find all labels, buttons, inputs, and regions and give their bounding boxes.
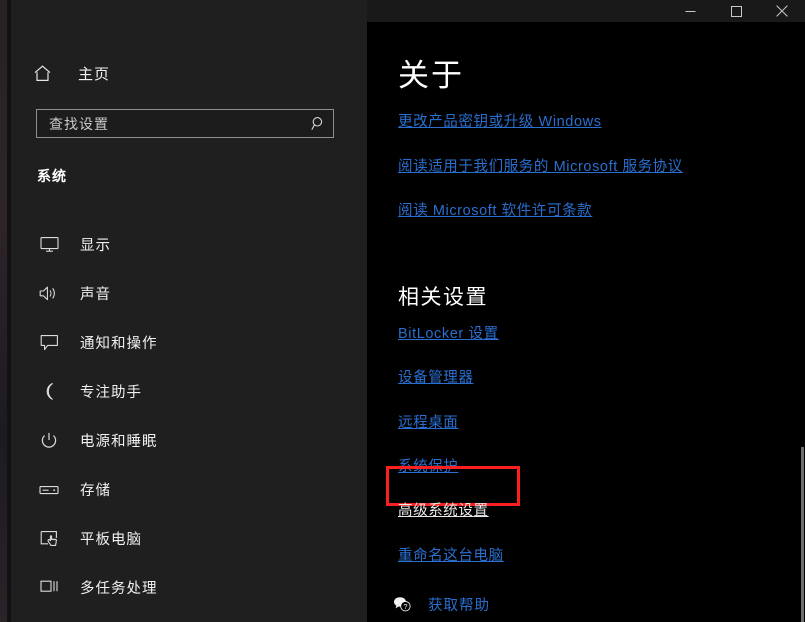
multitask-icon [36, 577, 62, 599]
search-icon[interactable] [303, 116, 333, 131]
sidebar-item-multitasking-label: 多任务处理 [80, 581, 158, 597]
sidebar-item-notifications-label: 通知和操作 [80, 336, 158, 352]
link-bitlocker-settings[interactable]: BitLocker 设置 [398, 322, 499, 343]
close-button[interactable] [759, 0, 805, 22]
maximize-button[interactable] [713, 0, 759, 22]
sidebar-item-home[interactable]: 主页 [25, 58, 355, 88]
moon-icon [36, 381, 62, 403]
sidebar-item-home-label: 主页 [78, 65, 111, 83]
storage-icon [36, 479, 62, 501]
link-microsoft-software-license[interactable]: 阅读 Microsoft 软件许可条款 [398, 199, 592, 220]
sidebar-content: 主页 查找设置 系统 显示 声音 通知和操作 专注助手 电源和睡眠 存储 平板电… [11, 22, 367, 622]
sidebar: 主页 查找设置 系统 显示 声音 通知和操作 专注助手 电源和睡眠 存储 平板电… [11, 0, 367, 622]
sidebar-section-title: 系统 [37, 168, 67, 184]
main-content: 关于 更改产品密钥或升级 Windows 阅读适用于我们服务的 Microsof… [367, 22, 805, 622]
tablet-icon [36, 528, 62, 550]
content-scrollbar[interactable] [799, 44, 805, 622]
link-microsoft-services-agreement[interactable]: 阅读适用于我们服务的 Microsoft 服务协议 [398, 155, 683, 176]
scrollbar-thumb[interactable] [801, 447, 804, 622]
sidebar-item-tablet-label: 平板电脑 [80, 532, 142, 548]
sidebar-item-storage[interactable]: 存储 [11, 465, 367, 514]
link-remote-desktop[interactable]: 远程桌面 [398, 411, 458, 432]
search-input-value[interactable]: 查找设置 [37, 114, 303, 134]
window-controls [667, 0, 805, 22]
desktop-background-strip [0, 0, 7, 622]
help-bubble-icon: ? [391, 595, 413, 615]
link-device-manager[interactable]: 设备管理器 [398, 366, 474, 387]
power-icon [36, 430, 62, 452]
link-change-product-key[interactable]: 更改产品密钥或升级 Windows [398, 110, 602, 131]
link-rename-this-pc[interactable]: 重命名这台电脑 [398, 544, 504, 565]
monitor-icon [36, 234, 62, 256]
sidebar-item-storage-label: 存储 [80, 483, 111, 499]
sidebar-item-focus-assist-label: 专注助手 [80, 385, 142, 401]
search-input[interactable]: 查找设置 [36, 109, 334, 138]
sidebar-item-display[interactable]: 显示 [11, 220, 367, 269]
sidebar-item-focus-assist[interactable]: 专注助手 [11, 367, 367, 416]
sidebar-item-tablet[interactable]: 平板电脑 [11, 514, 367, 563]
minimize-button[interactable] [667, 0, 713, 22]
speaker-icon [36, 283, 62, 305]
sidebar-item-notifications[interactable]: 通知和操作 [11, 318, 367, 367]
sidebar-item-power-sleep[interactable]: 电源和睡眠 [11, 416, 367, 465]
home-icon [33, 64, 65, 83]
notification-icon [36, 332, 62, 354]
link-advanced-system-settings[interactable]: 高级系统设置 [398, 499, 489, 520]
settings-window-root: 设置 [0, 0, 805, 622]
get-help-label: 获取帮助 [428, 598, 490, 614]
sidebar-item-sound[interactable]: 声音 [11, 269, 367, 318]
sidebar-nav-list: 显示 声音 通知和操作 专注助手 电源和睡眠 存储 平板电脑 多任务处理 [11, 220, 367, 612]
svg-text:?: ? [403, 602, 407, 611]
get-help-row[interactable]: ? 获取帮助 [391, 594, 490, 615]
sidebar-item-multitasking[interactable]: 多任务处理 [11, 563, 367, 612]
sidebar-item-sound-label: 声音 [80, 287, 111, 303]
settings-window: 设置 [11, 0, 805, 622]
related-settings-title: 相关设置 [398, 286, 488, 309]
sidebar-item-display-label: 显示 [80, 238, 111, 254]
page-title: 关于 [398, 58, 464, 93]
sidebar-item-power-sleep-label: 电源和睡眠 [80, 434, 158, 450]
